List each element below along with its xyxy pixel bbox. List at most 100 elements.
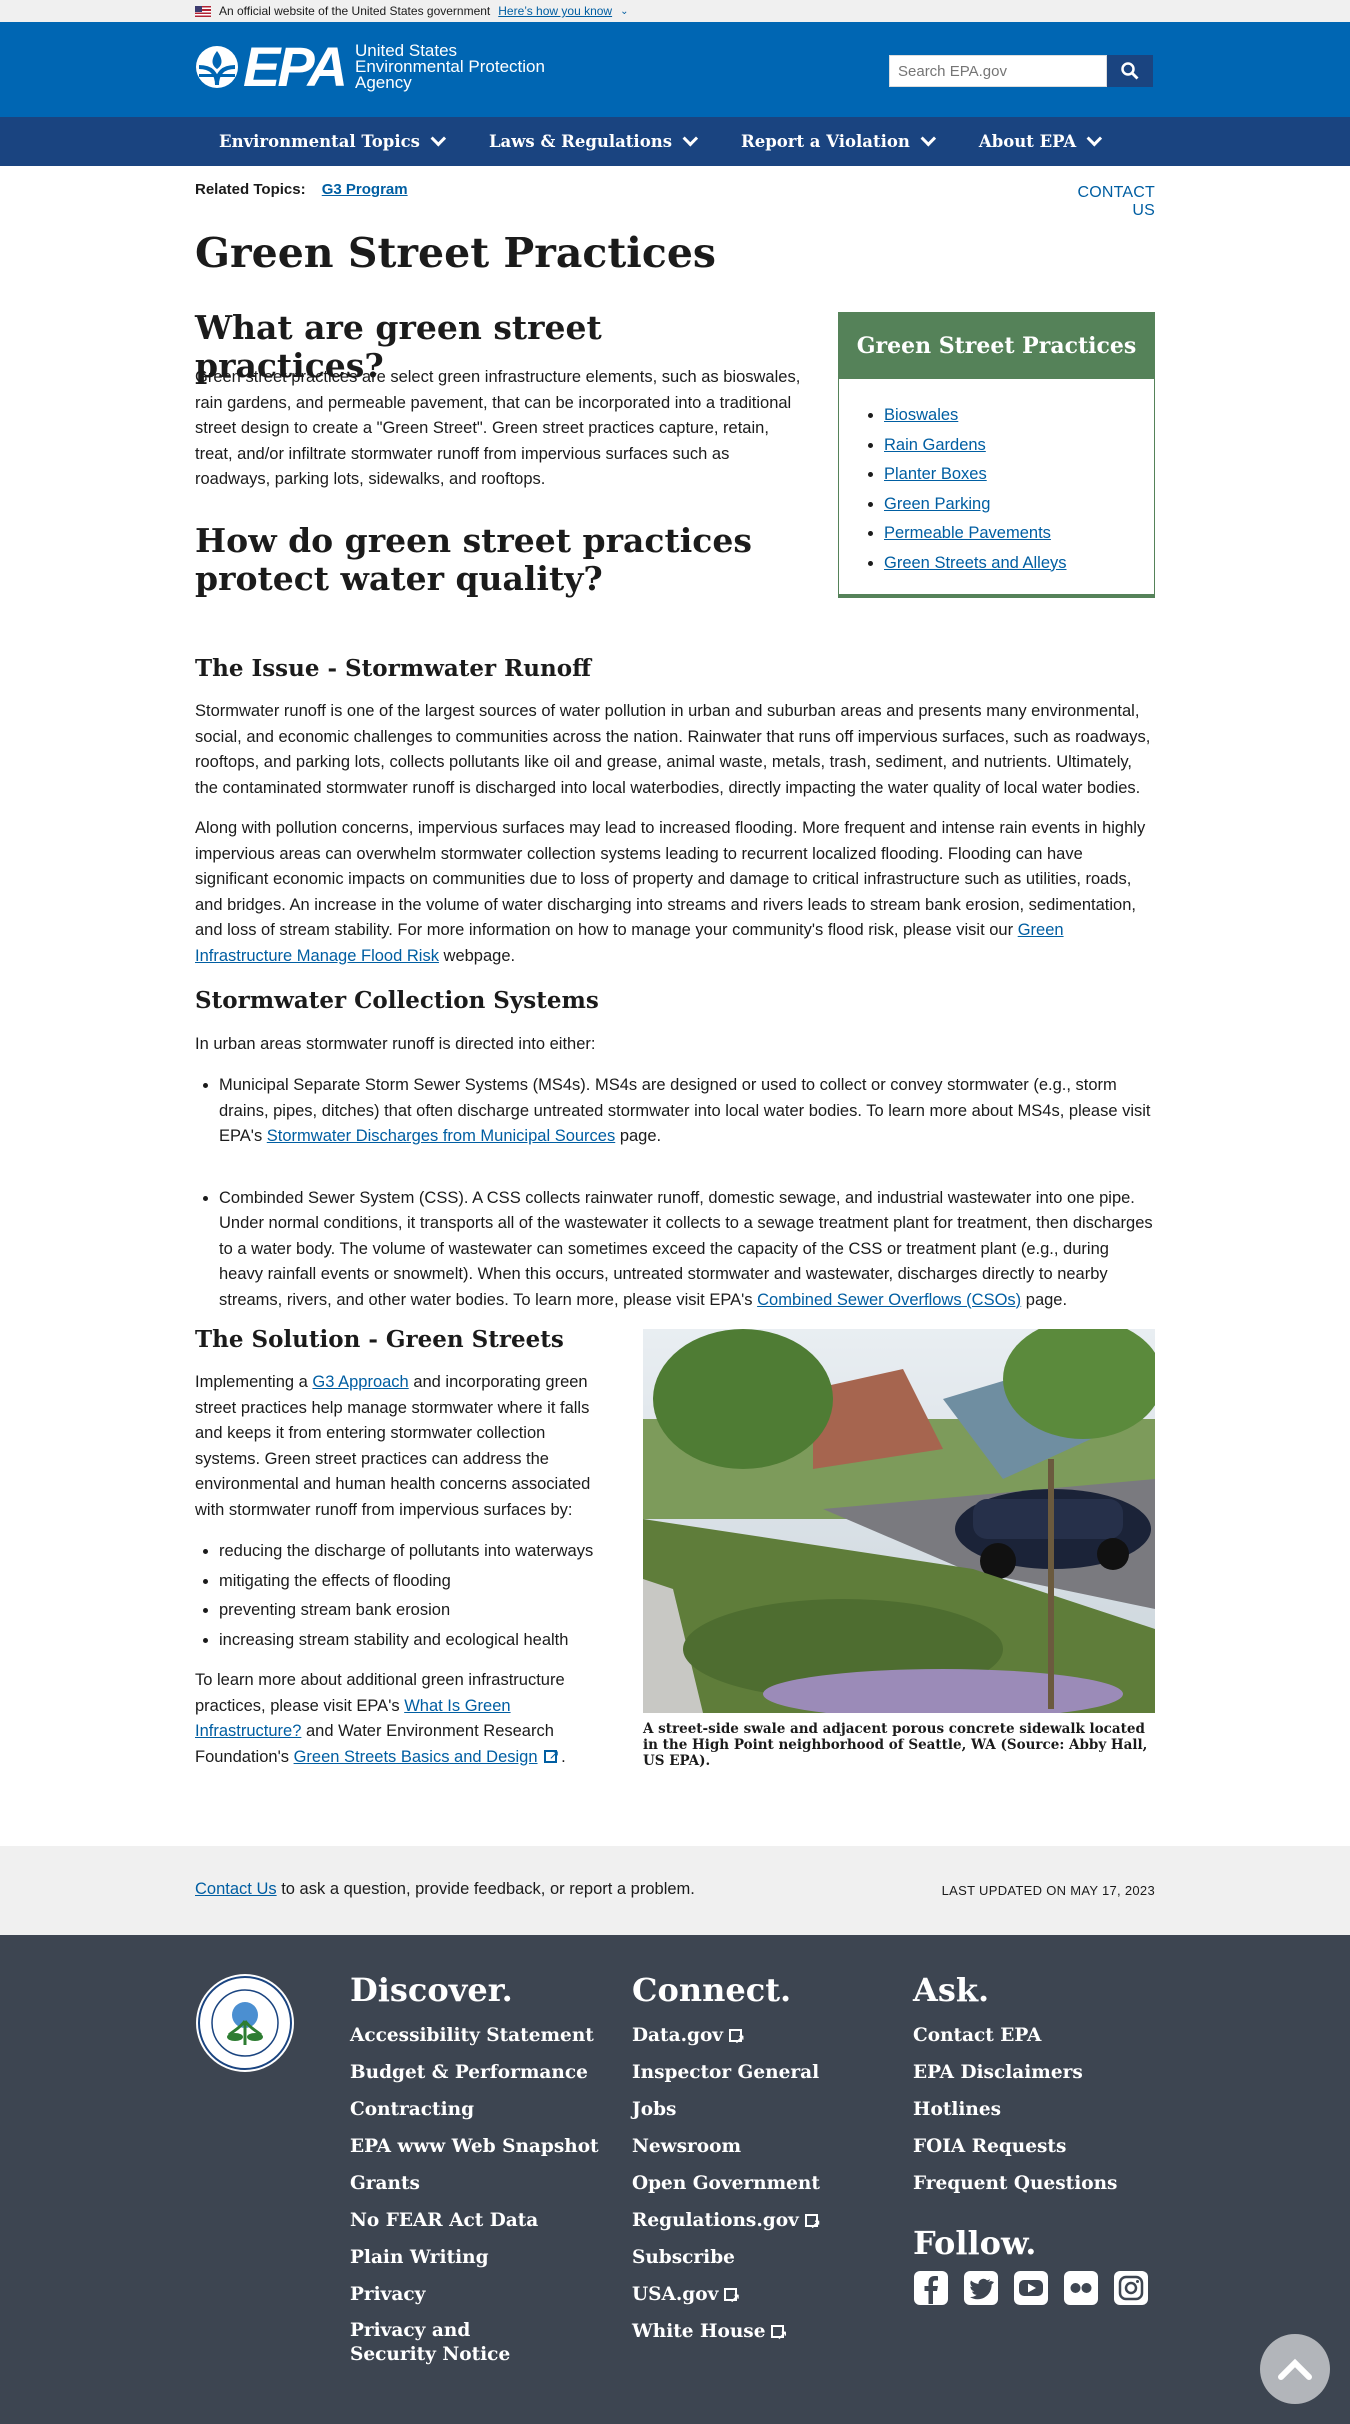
list-item: Green Streets and Alleys	[884, 549, 1154, 579]
issue-text: webpage.	[438, 946, 516, 965]
contracting-link[interactable]: Contracting	[350, 2091, 599, 2128]
external-link-icon	[771, 2318, 787, 2355]
list-item: reducing the discharge of pollutants int…	[219, 1537, 615, 1567]
solution-text: and incorporating green street practices…	[195, 1373, 591, 1519]
municipal-sources-link[interactable]: Stormwater Discharges from Municipal Sou…	[267, 1127, 615, 1145]
social-links	[913, 2270, 1149, 2306]
street-swale-image	[643, 1329, 1155, 1713]
epa-flower-icon	[195, 45, 239, 89]
plain-writing-link[interactable]: Plain Writing	[350, 2239, 599, 2276]
discover-column: Discover. Accessibility Statement Budget…	[350, 1971, 599, 2367]
privacy-security-link[interactable]: Privacy and Security Notice	[350, 2319, 550, 2367]
last-updated: LAST UPDATED ON MAY 17, 2023	[941, 1883, 1155, 1898]
heres-how-you-know-link[interactable]: Here’s how you know	[498, 4, 612, 18]
g3-program-link[interactable]: G3 Program	[322, 181, 408, 198]
what-body: Green street practices are select green …	[195, 368, 801, 488]
list-item: increasing stream stability and ecologic…	[219, 1626, 615, 1656]
chevron-down-icon	[430, 130, 447, 147]
cso-link[interactable]: Combined Sewer Overflows (CSOs)	[757, 1291, 1021, 1309]
foia-link[interactable]: FOIA Requests	[913, 2128, 1149, 2165]
grants-link[interactable]: Grants	[350, 2165, 599, 2202]
youtube-icon[interactable]	[1013, 2270, 1049, 2306]
list-item: mitigating the effects of flooding	[219, 1567, 615, 1597]
discover-heading: Discover.	[350, 1971, 513, 2009]
related-topics: Related Topics: G3 Program	[195, 181, 1155, 198]
nav-laws-regulations[interactable]: Laws & Regulations	[488, 130, 699, 151]
rain-gardens-link[interactable]: Rain Gardens	[884, 436, 986, 454]
nav-label: Environmental Topics	[219, 132, 420, 151]
connect-heading: Connect.	[632, 1971, 792, 2009]
site-header: EPA United States Environmental Protecti…	[0, 22, 1350, 117]
hotlines-link[interactable]: Hotlines	[913, 2091, 1149, 2128]
list-item: Rain Gardens	[884, 431, 1154, 461]
us-flag-icon	[195, 5, 211, 17]
collection-intro: In urban areas stormwater runoff is dire…	[195, 1035, 596, 1053]
sidebox-title: Green Street Practices	[839, 313, 1154, 379]
bioswales-link[interactable]: Bioswales	[884, 406, 958, 424]
green-streets-alleys-link[interactable]: Green Streets and Alleys	[884, 554, 1067, 572]
newsroom-link[interactable]: Newsroom	[632, 2128, 820, 2165]
list-item: Municipal Separate Storm Sewer Systems (…	[219, 1073, 1155, 1150]
collection-list: Municipal Separate Storm Sewer Systems (…	[195, 1073, 1155, 1313]
data-gov-link[interactable]: Data.gov	[632, 2017, 820, 2059]
search-input[interactable]	[889, 55, 1107, 87]
how-heading: How do green street practices protect wa…	[195, 521, 752, 598]
subscribe-link[interactable]: Subscribe	[632, 2239, 820, 2276]
external-link-icon	[543, 1743, 560, 1768]
nav-about-epa[interactable]: About EPA	[979, 130, 1103, 151]
list-item: Bioswales	[884, 401, 1154, 431]
frequent-questions-link[interactable]: Frequent Questions	[913, 2165, 1149, 2202]
search-form	[889, 55, 1153, 87]
privacy-link[interactable]: Privacy	[350, 2276, 599, 2313]
list-item: Permeable Pavements	[884, 519, 1154, 549]
main-nav: Environmental Topics Laws & Regulations …	[0, 117, 1350, 166]
no-fear-link[interactable]: No FEAR Act Data	[350, 2202, 599, 2239]
nav-label: Laws & Regulations	[488, 132, 672, 151]
list-item: Planter Boxes	[884, 460, 1154, 490]
regulations-gov-link[interactable]: Regulations.gov	[632, 2202, 821, 2244]
gov-banner: An official website of the United States…	[0, 0, 1350, 22]
link-label: Green Streets Basics and Design	[293, 1747, 538, 1766]
contact-us-footer-link[interactable]: Contact Us	[195, 1880, 277, 1898]
link-label: USA.gov	[632, 2284, 719, 2305]
css-text: page.	[1021, 1290, 1068, 1309]
white-house-link[interactable]: White House	[632, 2313, 820, 2355]
green-parking-link[interactable]: Green Parking	[884, 495, 990, 513]
permeable-pavements-link[interactable]: Permeable Pavements	[884, 524, 1051, 542]
werf-green-streets-link[interactable]: Green Streets Basics and Design	[294, 1748, 538, 1766]
budget-link[interactable]: Budget & Performance	[350, 2054, 599, 2091]
search-button[interactable]	[1107, 55, 1153, 87]
web-snapshot-link[interactable]: EPA www Web Snapshot	[350, 2128, 599, 2165]
twitter-icon[interactable]	[963, 2270, 999, 2306]
agency-name: United States Environmental Protection A…	[355, 42, 545, 91]
nav-report-violation[interactable]: Report a Violation	[741, 130, 936, 151]
g3-approach-link[interactable]: G3 Approach	[312, 1373, 408, 1391]
search-icon	[1121, 62, 1139, 80]
list-item: Combinded Sewer System (CSS). A CSS coll…	[219, 1186, 1155, 1314]
link-label: Data.gov	[632, 2025, 724, 2046]
solution-heading: The Solution - Green Streets	[195, 1326, 564, 1353]
open-government-link[interactable]: Open Government	[632, 2165, 820, 2202]
planter-boxes-link[interactable]: Planter Boxes	[884, 465, 987, 483]
green-street-photo: A street-side swale and adjacent porous …	[643, 1329, 1155, 1769]
instagram-icon[interactable]	[1113, 2270, 1149, 2306]
inspector-general-link[interactable]: Inspector General	[632, 2054, 820, 2091]
ask-column: Ask. Contact EPA EPA Disclaimers Hotline…	[913, 1971, 1149, 2306]
issue-text: Along with pollution concerns, imperviou…	[195, 819, 1146, 939]
facebook-icon[interactable]	[913, 2270, 949, 2306]
disclaimers-link[interactable]: EPA Disclaimers	[913, 2054, 1149, 2091]
back-to-top-button[interactable]	[1260, 2334, 1330, 2404]
epa-logo[interactable]: EPA United States Environmental Protecti…	[195, 39, 545, 95]
nav-environmental-topics[interactable]: Environmental Topics	[219, 130, 447, 151]
external-link-icon	[724, 2281, 740, 2318]
solution-list: reducing the discharge of pollutants int…	[195, 1537, 615, 1655]
contact-us-link[interactable]: CONTACT US	[1060, 184, 1155, 220]
follow-heading: Follow.	[913, 2224, 1037, 2262]
usa-gov-link[interactable]: USA.gov	[632, 2276, 820, 2318]
jobs-link[interactable]: Jobs	[632, 2091, 820, 2128]
contact-epa-link[interactable]: Contact EPA	[913, 2017, 1149, 2054]
accessibility-link[interactable]: Accessibility Statement	[350, 2017, 599, 2054]
feedback-text: Contact Us to ask a question, provide fe…	[195, 1880, 695, 1899]
flickr-icon[interactable]	[1063, 2270, 1099, 2306]
list-item: preventing stream bank erosion	[219, 1596, 615, 1626]
